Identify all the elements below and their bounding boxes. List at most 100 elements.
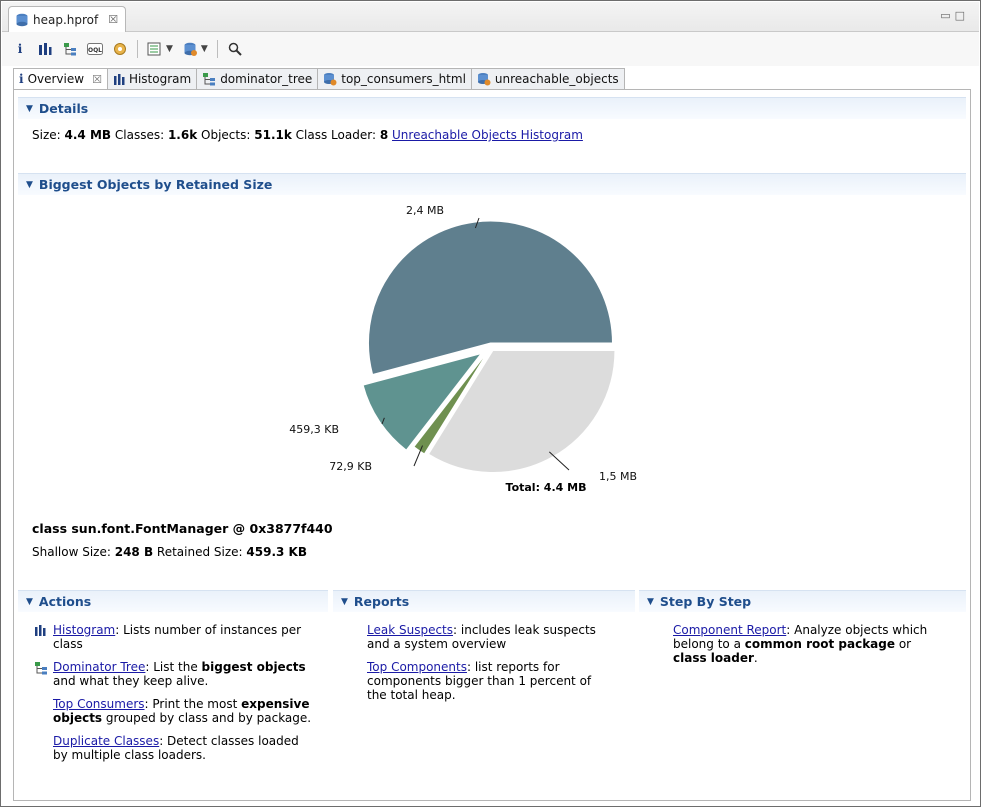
leak-suspects-link[interactable]: Leak Suspects — [367, 623, 453, 637]
heap-dump-icon — [477, 73, 491, 86]
close-icon[interactable]: ☒ — [92, 73, 102, 86]
toolbar-separator — [216, 40, 218, 58]
item-bold-text: common root package — [744, 637, 896, 651]
retained-size-value: 459.3 KB — [246, 545, 308, 559]
top-components-link[interactable]: Top Components — [367, 660, 467, 674]
objects-label: Objects: — [201, 128, 251, 142]
oql-icon[interactable]: OQL — [87, 41, 103, 57]
list-item: Leak Suspects: includes leak suspects an… — [348, 623, 608, 651]
details-section-header[interactable]: ▼ Details — [18, 97, 966, 119]
slice-leader-line — [548, 451, 570, 471]
editor-tab-heap-hprof[interactable]: heap.hprof ☒ — [8, 6, 126, 32]
tab-dominator-tree[interactable]: dominator_tree — [197, 68, 319, 90]
details-summary: Size: 4.4 MB Classes: 1.6k Objects: 51.1… — [32, 128, 583, 142]
query-browser-icon[interactable] — [147, 41, 163, 57]
size-label: Size: — [32, 128, 61, 142]
top-consumers-link[interactable]: Top Consumers — [53, 697, 145, 711]
classes-value: 1.6k — [167, 128, 198, 142]
dominator-tree-link[interactable]: Dominator Tree — [53, 660, 145, 674]
pie-total-label: Total: 4.4 MB — [506, 481, 587, 494]
toolbar: i OQL ▼ ▼ — [2, 32, 979, 66]
tab-top-consumers-html[interactable]: top_consumers_html — [318, 68, 472, 90]
shallow-size-label: Shallow Size: — [32, 545, 111, 559]
item-bold-text: class loader — [673, 651, 754, 665]
tab-label: Histogram — [128, 72, 192, 86]
dominator-tree-icon[interactable] — [62, 41, 78, 57]
histogram-link[interactable]: Histogram — [53, 623, 115, 637]
step-by-step-list: Component Report: Analyze objects which … — [654, 623, 939, 674]
biggest-objects-section-header[interactable]: ▼ Biggest Objects by Retained Size — [18, 173, 966, 195]
item-text: and what they keep alive. — [53, 674, 209, 688]
section-title: Actions — [38, 594, 92, 609]
close-icon[interactable]: ☒ — [108, 13, 118, 26]
list-item: Duplicate Classes: Detect classes loaded… — [34, 734, 314, 762]
toolbar-separator — [137, 40, 138, 58]
item-text: : List the — [145, 660, 202, 674]
item-text: : Print the most — [144, 697, 242, 711]
tab-label: Overview — [27, 72, 85, 86]
tab-overview[interactable]: i Overview ☒ — [13, 68, 108, 90]
collapse-icon[interactable]: ▼ — [26, 180, 33, 190]
section-title: Details — [38, 101, 89, 116]
item-text: . — [753, 651, 758, 665]
slice-label: 459,3 KB — [289, 423, 339, 436]
classes-label: Classes: — [114, 128, 165, 142]
window-controls: ▭□ — [940, 9, 969, 22]
tab-label: dominator_tree — [220, 72, 313, 86]
histogram-icon — [35, 625, 46, 636]
slice-label: 72,9 KB — [329, 460, 372, 473]
section-title: Reports — [353, 594, 410, 609]
chevron-down-icon[interactable]: ▼ — [201, 44, 208, 54]
heap-dump-icon — [324, 73, 337, 86]
duplicate-classes-link[interactable]: Duplicate Classes — [53, 734, 159, 748]
actions-list: Histogram: Lists number of instances per… — [34, 623, 314, 771]
report-tabs: i Overview ☒ Histogram dominator_tree to… — [13, 68, 625, 90]
minimize-icon[interactable]: ▭ — [940, 9, 954, 22]
section-title: Step By Step — [659, 594, 752, 609]
tab-histogram[interactable]: Histogram — [107, 68, 198, 90]
slice-label: 1,5 MB — [599, 470, 637, 483]
tab-label: top_consumers_html — [341, 72, 466, 86]
actions-section-header[interactable]: ▼ Actions — [18, 590, 328, 612]
maximize-icon[interactable]: □ — [955, 9, 969, 22]
selected-object-class: class sun.font.FontManager @ 0x3877f440 — [32, 521, 333, 536]
list-item: Top Consumers: Print the most expensive … — [34, 697, 314, 725]
retained-size-label: Retained Size: — [156, 545, 243, 559]
reports-list: Leak Suspects: includes leak suspects an… — [348, 623, 608, 711]
section-title: Biggest Objects by Retained Size — [38, 177, 273, 192]
editor-tab-label: heap.hprof — [33, 12, 99, 27]
dominator-tree-icon — [203, 73, 216, 86]
tab-label: unreachable_objects — [494, 72, 619, 86]
item-text: grouped by class and by package. — [102, 711, 312, 725]
histogram-icon[interactable] — [37, 41, 53, 57]
reports-section-header[interactable]: ▼ Reports — [333, 590, 635, 612]
dominator-tree-icon — [35, 662, 47, 675]
heap-dump-icon[interactable] — [182, 41, 198, 57]
search-icon[interactable] — [227, 41, 243, 57]
gear-icon[interactable] — [112, 41, 128, 57]
tab-unreachable-objects[interactable]: unreachable_objects — [471, 68, 625, 90]
info-icon: i — [19, 72, 24, 86]
objects-value: 51.1k — [254, 128, 292, 142]
item-text: or — [895, 637, 912, 651]
retained-size-pie-chart: 2,4 MB 459,3 KB 72,9 KB 1,5 MB Total: 4.4 MB — [289, 204, 637, 494]
component-report-link[interactable]: Component Report — [673, 623, 786, 637]
step-by-step-section-header[interactable]: ▼ Step By Step — [639, 590, 966, 612]
list-item: Top Components: list reports for compone… — [348, 660, 608, 702]
svg-text:OQL: OQL — [88, 47, 102, 54]
info-icon[interactable]: i — [12, 41, 28, 57]
heap-dump-icon — [16, 13, 28, 26]
collapse-icon[interactable]: ▼ — [341, 597, 348, 607]
collapse-icon[interactable]: ▼ — [26, 104, 33, 114]
collapse-icon[interactable]: ▼ — [26, 597, 33, 607]
list-item: Component Report: Analyze objects which … — [654, 623, 939, 665]
chevron-down-icon[interactable]: ▼ — [166, 44, 173, 54]
list-item: Histogram: Lists number of instances per… — [34, 623, 314, 651]
collapse-icon[interactable]: ▼ — [647, 597, 654, 607]
editor-tab-bar: heap.hprof ☒ ▭□ — [2, 2, 979, 32]
editor-window: heap.hprof ☒ ▭□ i OQL ▼ ▼ i Overview ☒ H… — [0, 0, 981, 807]
slice-label: 2,4 MB — [406, 204, 444, 217]
shallow-size-value: 248 B — [114, 545, 154, 559]
unreachable-histogram-link[interactable]: Unreachable Objects Histogram — [392, 128, 583, 142]
list-item: Dominator Tree: List the biggest objects… — [34, 660, 314, 688]
